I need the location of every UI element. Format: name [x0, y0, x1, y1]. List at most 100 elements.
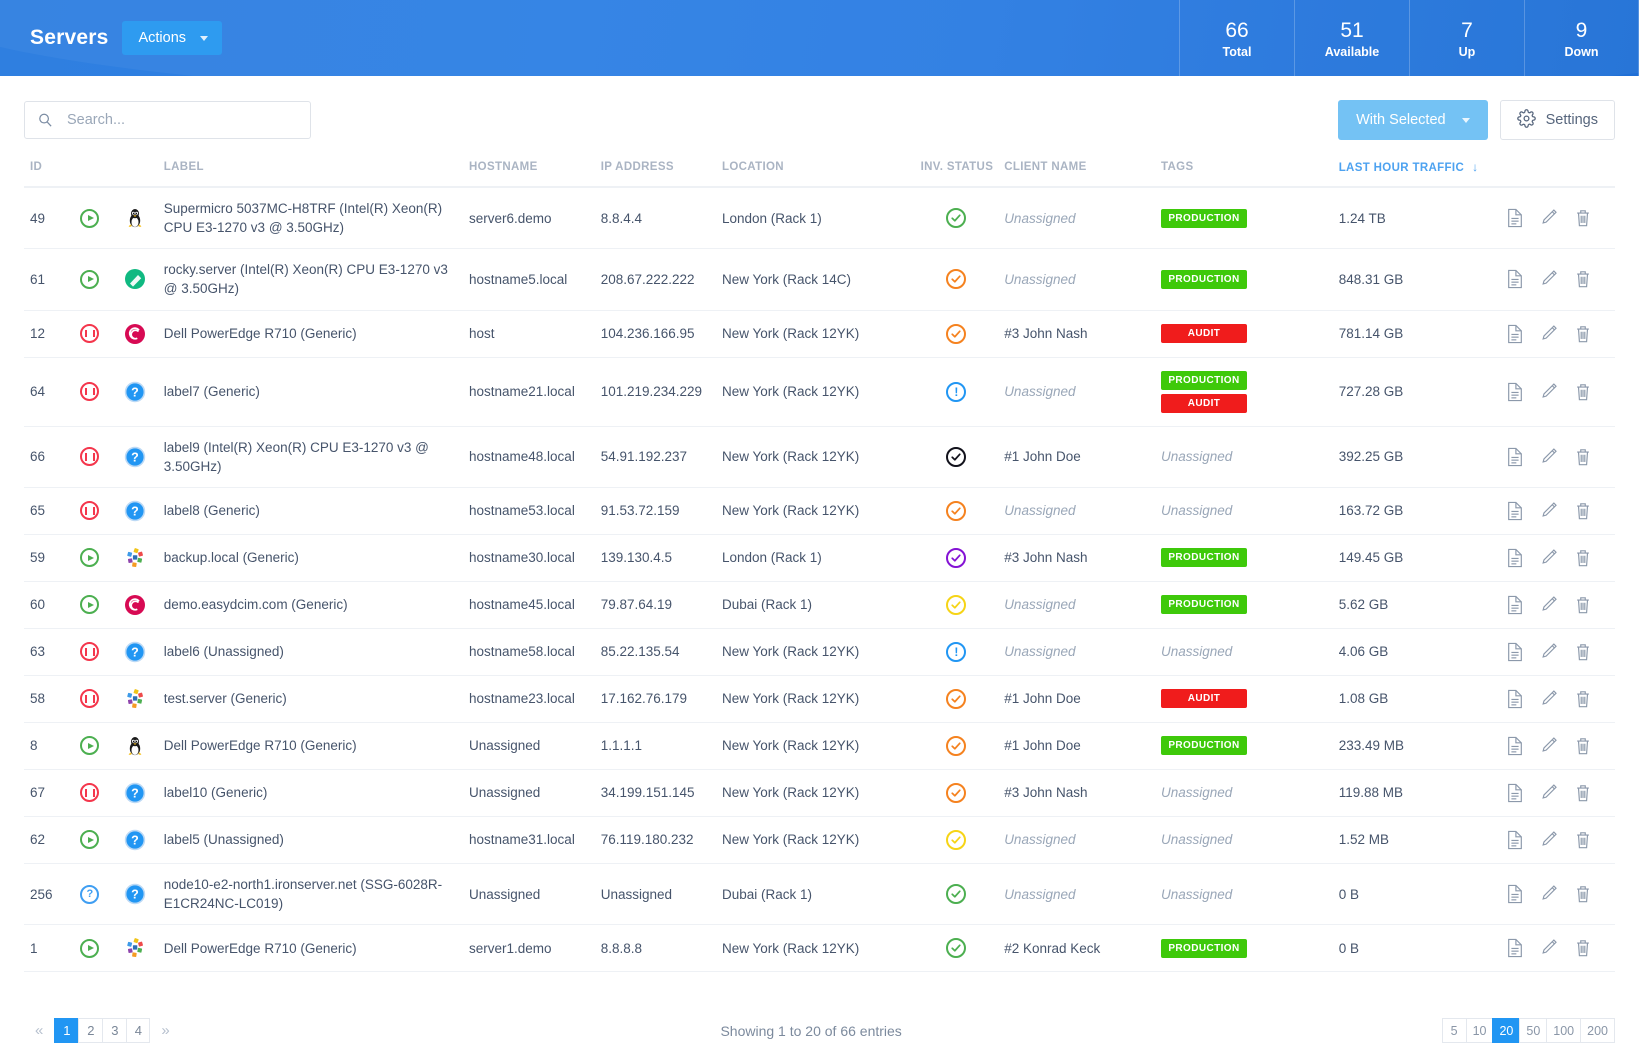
cell-power-state[interactable] [67, 581, 112, 629]
pagination-prev[interactable]: « [24, 1022, 54, 1039]
pencil-icon[interactable] [1540, 642, 1558, 662]
document-icon[interactable] [1506, 783, 1524, 803]
cell-label[interactable]: label6 (Unassigned) [157, 628, 463, 676]
page-size-200[interactable]: 200 [1580, 1018, 1615, 1043]
cell-label[interactable]: label10 (Generic) [157, 769, 463, 817]
cell-power-state[interactable] [67, 924, 112, 973]
cell-power-state[interactable] [67, 310, 112, 358]
page-size-20[interactable]: 20 [1492, 1018, 1520, 1043]
cell-label[interactable]: test.server (Generic) [157, 675, 463, 723]
cell-power-state[interactable] [67, 628, 112, 676]
page-size-100[interactable]: 100 [1546, 1018, 1581, 1043]
table-row[interactable]: 64 ? label7 (Generic) hostname21.local 101.… [24, 357, 1615, 427]
pencil-icon[interactable] [1540, 783, 1558, 803]
cell-label[interactable]: label8 (Generic) [157, 487, 463, 535]
col-header-id[interactable]: ID [24, 154, 68, 188]
trash-icon[interactable] [1574, 447, 1592, 467]
document-icon[interactable] [1506, 501, 1524, 521]
table-row[interactable]: 49 Supermicro 5037MC-H8TRF (Intel(R) Xeo… [24, 187, 1615, 250]
pencil-icon[interactable] [1540, 447, 1558, 467]
cell-power-state[interactable] [67, 357, 112, 427]
pause-state-icon[interactable] [80, 689, 100, 709]
pencil-icon[interactable] [1540, 830, 1558, 850]
col-header-ip-address[interactable]: IP ADDRESS [594, 154, 716, 188]
cell-label[interactable]: Dell PowerEdge R710 (Generic) [157, 310, 463, 358]
col-header-hostname[interactable]: HOSTNAME [463, 154, 595, 188]
document-icon[interactable] [1506, 324, 1524, 344]
trash-icon[interactable] [1574, 689, 1592, 709]
cell-label[interactable]: Dell PowerEdge R710 (Generic) [157, 924, 463, 973]
trash-icon[interactable] [1574, 884, 1592, 904]
play-state-icon[interactable] [80, 736, 100, 756]
document-icon[interactable] [1506, 382, 1524, 402]
col-header-label[interactable]: LABEL [157, 154, 463, 188]
pencil-icon[interactable] [1540, 595, 1558, 615]
table-row[interactable]: 58 test.server (Generic) hostname23.local… [24, 675, 1615, 723]
pencil-icon[interactable] [1540, 269, 1558, 289]
table-row[interactable]: 67 ? label10 (Generic) Unassigned 34.199.15… [24, 769, 1615, 817]
table-row[interactable]: 12 Dell PowerEdge R710 (Generic) host 104.… [24, 310, 1615, 358]
pencil-icon[interactable] [1540, 501, 1558, 521]
col-header-tags[interactable]: TAGS [1154, 154, 1333, 188]
search-input[interactable] [24, 101, 311, 139]
cell-label[interactable]: Supermicro 5037MC-H8TRF (Intel(R) Xeon(R… [157, 187, 463, 250]
document-icon[interactable] [1506, 447, 1524, 467]
table-row[interactable]: 8 Dell PowerEdge R710 (Generic) Unassigne… [24, 722, 1615, 770]
table-row[interactable]: 59 backup.local (Generic) hostname30.loca… [24, 534, 1615, 582]
cell-power-state[interactable] [67, 426, 112, 488]
trash-icon[interactable] [1574, 501, 1592, 521]
pagination-page-4[interactable]: 4 [126, 1018, 151, 1043]
col-header-client-name[interactable]: CLIENT NAME [998, 154, 1155, 188]
cell-label[interactable]: demo.easydcim.com (Generic) [157, 581, 463, 629]
page-size-10[interactable]: 10 [1465, 1018, 1493, 1043]
cell-power-state[interactable] [67, 816, 112, 864]
document-icon[interactable] [1506, 208, 1524, 228]
pencil-icon[interactable] [1540, 382, 1558, 402]
pagination-page-2[interactable]: 2 [78, 1018, 103, 1043]
cell-power-state[interactable] [67, 863, 112, 926]
cell-label[interactable]: backup.local (Generic) [157, 534, 463, 582]
play-state-icon[interactable] [80, 595, 100, 615]
cell-power-state[interactable] [67, 187, 112, 250]
document-icon[interactable] [1506, 830, 1524, 850]
settings-button[interactable]: Settings [1499, 100, 1615, 140]
pagination-next[interactable]: » [150, 1022, 180, 1039]
pause-state-icon[interactable] [80, 642, 100, 662]
trash-icon[interactable] [1574, 595, 1592, 615]
actions-button[interactable]: Actions [122, 21, 223, 55]
table-row[interactable]: 1 Dell PowerEdge R710 (Generic) server1.d… [24, 924, 1615, 973]
cell-label[interactable]: Dell PowerEdge R710 (Generic) [157, 722, 463, 770]
play-state-icon[interactable] [80, 208, 100, 228]
trash-icon[interactable] [1574, 642, 1592, 662]
cell-label[interactable]: label9 (Intel(R) Xeon(R) CPU E3-1270 v3 … [157, 426, 463, 488]
cell-power-state[interactable] [67, 675, 112, 723]
cell-power-state[interactable] [67, 769, 112, 817]
pencil-icon[interactable] [1540, 208, 1558, 228]
col-header-location[interactable]: LOCATION [715, 154, 915, 188]
trash-icon[interactable] [1574, 208, 1592, 228]
play-state-icon[interactable] [80, 548, 100, 568]
table-row[interactable]: 62 ? label5 (Unassigned) hostname31.local 7… [24, 816, 1615, 864]
trash-icon[interactable] [1574, 324, 1592, 344]
pencil-icon[interactable] [1540, 689, 1558, 709]
cell-label[interactable]: label5 (Unassigned) [157, 816, 463, 864]
trash-icon[interactable] [1574, 830, 1592, 850]
table-row[interactable]: 61 rocky.server (Intel(R) Xeon(R) CPU E3… [24, 248, 1615, 311]
pause-state-icon[interactable] [80, 501, 100, 521]
pencil-icon[interactable] [1540, 736, 1558, 756]
trash-icon[interactable] [1574, 736, 1592, 756]
table-row[interactable]: 65 ? label8 (Generic) hostname53.local 91.5… [24, 487, 1615, 535]
pagination-page-1[interactable]: 1 [54, 1018, 79, 1043]
pencil-icon[interactable] [1540, 884, 1558, 904]
pencil-icon[interactable] [1540, 548, 1558, 568]
document-icon[interactable] [1506, 595, 1524, 615]
trash-icon[interactable] [1574, 548, 1592, 568]
cell-label[interactable]: label7 (Generic) [157, 357, 463, 427]
page-size-50[interactable]: 50 [1519, 1018, 1547, 1043]
table-row[interactable]: 66 ? label9 (Intel(R) Xeon(R) CPU E3-1270… [24, 426, 1615, 488]
cell-power-state[interactable] [67, 722, 112, 770]
trash-icon[interactable] [1574, 938, 1592, 958]
trash-icon[interactable] [1574, 269, 1592, 289]
pause-state-icon[interactable] [80, 324, 100, 344]
pagination-page-3[interactable]: 3 [102, 1018, 127, 1043]
